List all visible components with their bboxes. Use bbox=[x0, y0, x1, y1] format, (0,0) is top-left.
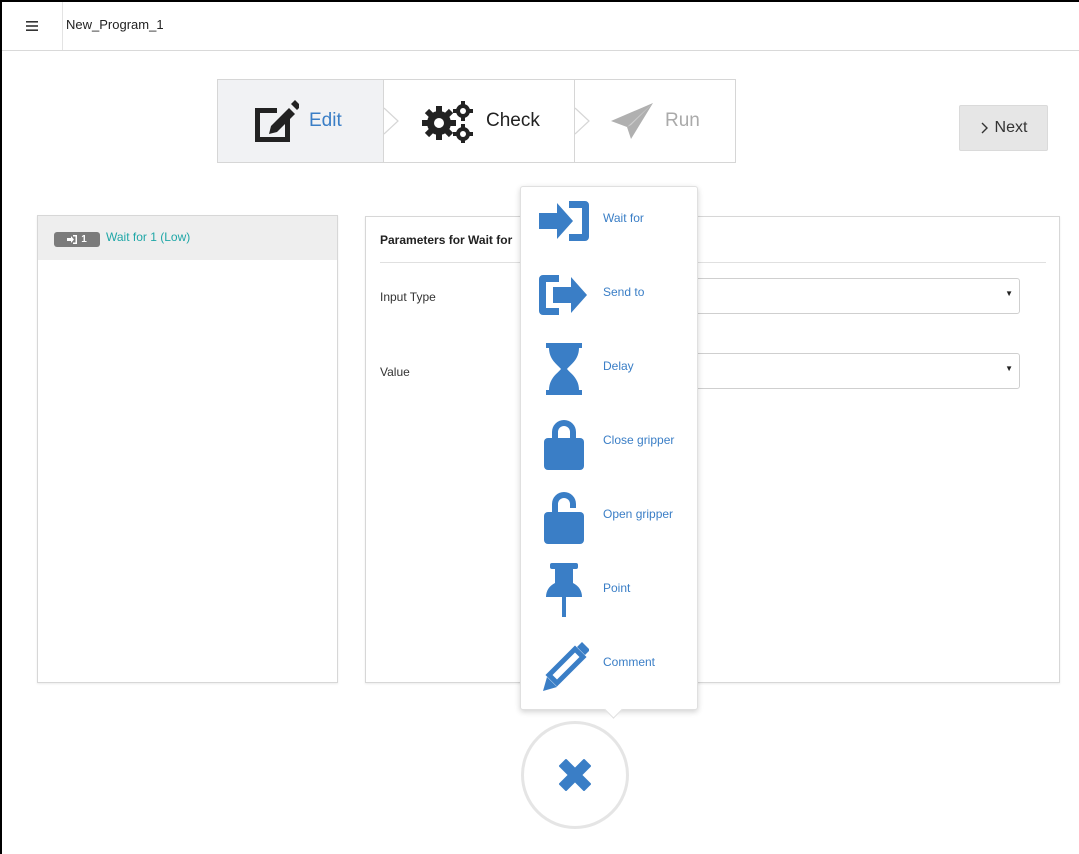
caret-down-icon: ▼ bbox=[1005, 289, 1013, 298]
divider bbox=[380, 262, 1046, 263]
topbar-divider bbox=[62, 2, 63, 50]
next-button[interactable]: Next bbox=[959, 105, 1048, 151]
menu-item-open-gripper[interactable]: Open gripper bbox=[521, 483, 697, 553]
lock-icon bbox=[539, 415, 589, 471]
wizard-step-run-label: Run bbox=[665, 110, 700, 131]
wizard-step-run[interactable]: Run bbox=[575, 80, 735, 162]
menu-item-label: Close gripper bbox=[603, 433, 675, 447]
menu-item-label: Send to bbox=[603, 285, 645, 299]
hourglass-icon bbox=[539, 341, 589, 397]
sign-out-icon bbox=[539, 267, 589, 323]
chevron-right-icon bbox=[981, 122, 988, 134]
window-border-left bbox=[0, 0, 2, 854]
menu-item-delay[interactable]: Delay bbox=[521, 335, 697, 405]
list-item-label: Wait for 1 (Low) bbox=[106, 230, 191, 244]
paper-plane-icon bbox=[609, 101, 655, 141]
thumbtack-icon bbox=[539, 563, 589, 619]
program-name[interactable]: New_Program_1 bbox=[66, 17, 164, 32]
menu-item-label: Point bbox=[603, 581, 631, 595]
hamburger-menu-icon[interactable] bbox=[12, 10, 52, 42]
step-badge: 1 bbox=[54, 232, 100, 247]
program-list-panel: 1 Wait for 1 (Low) bbox=[37, 215, 338, 683]
menu-item-label: Comment bbox=[603, 655, 656, 669]
top-bar: New_Program_1 bbox=[2, 2, 1079, 51]
menu-item-close-gripper[interactable]: Close gripper bbox=[521, 409, 697, 479]
menu-item-label: Delay bbox=[603, 359, 634, 373]
caret-down-icon: ▼ bbox=[1005, 364, 1013, 373]
edit-icon bbox=[251, 100, 299, 142]
sign-in-icon bbox=[67, 235, 78, 244]
add-step-menu: Wait for Send to Delay Close gripper Ope… bbox=[520, 186, 698, 719]
gears-icon bbox=[420, 99, 476, 143]
popup-pointer bbox=[604, 700, 623, 719]
unlock-icon bbox=[539, 489, 589, 545]
menu-item-comment[interactable]: Comment bbox=[521, 631, 697, 701]
input-type-select[interactable]: ▼ bbox=[676, 278, 1020, 314]
menu-item-label: Open gripper bbox=[603, 507, 674, 521]
wizard-step-edit[interactable]: Edit bbox=[218, 80, 384, 162]
sign-in-icon bbox=[539, 193, 589, 249]
wizard-step-edit-label: Edit bbox=[309, 110, 342, 131]
step-badge-number: 1 bbox=[81, 234, 87, 245]
close-icon bbox=[559, 759, 591, 791]
list-item[interactable]: 1 Wait for 1 (Low) bbox=[38, 216, 337, 260]
close-menu-button[interactable] bbox=[521, 721, 629, 829]
value-label: Value bbox=[380, 365, 410, 379]
input-type-label: Input Type bbox=[380, 290, 436, 304]
wizard-step-check[interactable]: Check bbox=[384, 80, 575, 162]
menu-item-send-to[interactable]: Send to bbox=[521, 261, 697, 331]
menu-item-point[interactable]: Point bbox=[521, 557, 697, 627]
parameters-title: Parameters for Wait for bbox=[380, 233, 513, 247]
next-button-label: Next bbox=[994, 119, 1028, 136]
parameters-panel: Parameters for Wait for Input Type ▼ Val… bbox=[365, 216, 1060, 683]
wizard-steps: Edit Check Run bbox=[217, 79, 736, 163]
menu-item-label: Wait for bbox=[603, 211, 644, 225]
pencil-icon bbox=[539, 637, 589, 693]
wizard-step-check-label: Check bbox=[486, 110, 540, 131]
menu-item-wait-for[interactable]: Wait for bbox=[521, 187, 697, 257]
value-select[interactable]: ▼ bbox=[676, 353, 1020, 389]
